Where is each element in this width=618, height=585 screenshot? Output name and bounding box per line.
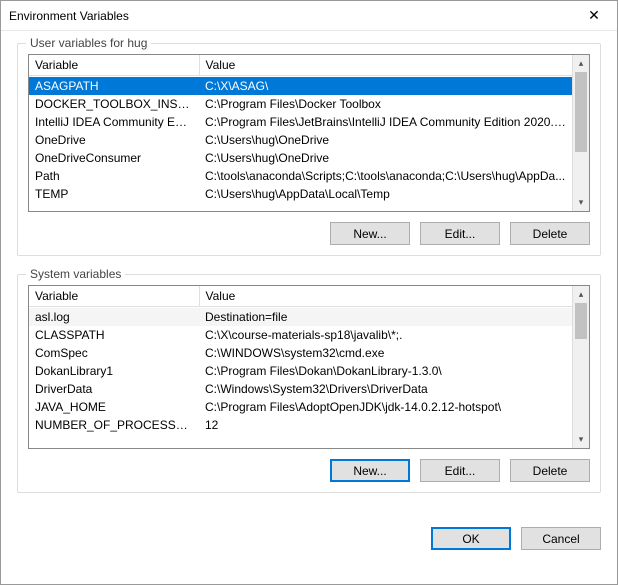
user-edit-button[interactable]: Edit...: [420, 222, 500, 245]
user-variables-fieldset: User variables for hug Variable Value: [17, 43, 601, 256]
cell-val: C:\Program Files\Docker Toolbox: [199, 95, 572, 113]
table-row[interactable]: CLASSPATH C:\X\course-materials-sp18\jav…: [29, 326, 572, 344]
close-button[interactable]: ✕: [571, 1, 617, 31]
cell-val: C:\Users\hug\OneDrive: [199, 149, 572, 167]
table-row[interactable]: asl.log Destination=file: [29, 308, 572, 326]
cell-var: DOCKER_TOOLBOX_INSTALL...: [29, 95, 199, 113]
user-button-row: New... Edit... Delete: [28, 222, 590, 245]
cell-val: C:\X\ASAG\: [199, 77, 572, 95]
table-row[interactable]: DokanLibrary1 C:\Program Files\Dokan\Dok…: [29, 362, 572, 380]
cell-val: C:\Program Files\Dokan\DokanLibrary-1.3.…: [199, 362, 572, 380]
window-title: Environment Variables: [9, 9, 129, 23]
user-col-value[interactable]: Value: [199, 55, 572, 76]
cell-var: DokanLibrary1: [29, 362, 199, 380]
cell-var: DriverData: [29, 380, 199, 398]
system-edit-button[interactable]: Edit...: [420, 459, 500, 482]
table-row[interactable]: OneDrive C:\Users\hug\OneDrive: [29, 131, 572, 149]
cell-var: NUMBER_OF_PROCESSORS: [29, 416, 199, 434]
table-row[interactable]: JAVA_HOME C:\Program Files\AdoptOpenJDK\…: [29, 398, 572, 416]
user-col-variable[interactable]: Variable: [29, 55, 199, 76]
cell-val: C:\Users\hug\OneDrive: [199, 131, 572, 149]
sys-col-variable[interactable]: Variable: [29, 286, 199, 307]
cell-var: IntelliJ IDEA Community Edit...: [29, 113, 199, 131]
scroll-down-icon[interactable]: ▾: [573, 431, 589, 448]
table-row[interactable]: DriverData C:\Windows\System32\Drivers\D…: [29, 380, 572, 398]
content-area: User variables for hug Variable Value: [1, 31, 617, 521]
system-variables-label: System variables: [26, 267, 125, 281]
cell-var: OneDriveConsumer: [29, 149, 199, 167]
scrollbar[interactable]: ▴ ▾: [572, 55, 589, 211]
scrollbar[interactable]: ▴ ▾: [572, 286, 589, 448]
scroll-down-icon[interactable]: ▾: [573, 194, 589, 211]
table-row[interactable]: DOCKER_TOOLBOX_INSTALL... C:\Program Fil…: [29, 95, 572, 113]
system-variables-fieldset: System variables Variable Value: [17, 274, 601, 493]
user-delete-button[interactable]: Delete: [510, 222, 590, 245]
cell-var: asl.log: [29, 308, 199, 326]
cell-var: CLASSPATH: [29, 326, 199, 344]
cell-val: 12: [199, 416, 572, 434]
cell-var: Path: [29, 167, 199, 185]
scroll-up-icon[interactable]: ▴: [573, 55, 589, 72]
system-button-row: New... Edit... Delete: [28, 459, 590, 482]
cell-val: C:\X\course-materials-sp18\javalib\*;.: [199, 326, 572, 344]
table-row[interactable]: NUMBER_OF_PROCESSORS 12: [29, 416, 572, 434]
titlebar: Environment Variables ✕: [1, 1, 617, 31]
cell-var: TEMP: [29, 185, 199, 203]
cell-var: ASAGPATH: [29, 77, 199, 95]
user-variables-table[interactable]: Variable Value ASAGPATH C:\X\ASAG\: [28, 54, 590, 212]
cell-val: C:\Program Files\JetBrains\IntelliJ IDEA…: [199, 113, 572, 131]
cell-val: C:\Windows\System32\Drivers\DriverData: [199, 380, 572, 398]
sys-col-value[interactable]: Value: [199, 286, 572, 307]
scroll-up-icon[interactable]: ▴: [573, 286, 589, 303]
cancel-button[interactable]: Cancel: [521, 527, 601, 550]
user-variables-label: User variables for hug: [26, 36, 151, 50]
dialog-footer: OK Cancel: [1, 521, 617, 560]
cell-var: JAVA_HOME: [29, 398, 199, 416]
table-row[interactable]: IntelliJ IDEA Community Edit... C:\Progr…: [29, 113, 572, 131]
cell-var: OneDrive: [29, 131, 199, 149]
system-delete-button[interactable]: Delete: [510, 459, 590, 482]
table-row[interactable]: ComSpec C:\WINDOWS\system32\cmd.exe: [29, 344, 572, 362]
system-new-button[interactable]: New...: [330, 459, 410, 482]
cell-val: C:\Users\hug\AppData\Local\Temp: [199, 185, 572, 203]
scroll-thumb[interactable]: [575, 303, 587, 339]
table-row[interactable]: Path C:\tools\anaconda\Scripts;C:\tools\…: [29, 167, 572, 185]
cell-val: C:\Program Files\AdoptOpenJDK\jdk-14.0.2…: [199, 398, 572, 416]
cell-val: C:\WINDOWS\system32\cmd.exe: [199, 344, 572, 362]
cell-var: ComSpec: [29, 344, 199, 362]
cell-val: Destination=file: [199, 308, 572, 326]
table-row[interactable]: TEMP C:\Users\hug\AppData\Local\Temp: [29, 185, 572, 203]
ok-button[interactable]: OK: [431, 527, 511, 550]
system-variables-table[interactable]: Variable Value asl.log Destination=file: [28, 285, 590, 449]
scroll-thumb[interactable]: [575, 72, 587, 152]
cell-val: C:\tools\anaconda\Scripts;C:\tools\anaco…: [199, 167, 572, 185]
table-row[interactable]: ASAGPATH C:\X\ASAG\: [29, 77, 572, 95]
user-new-button[interactable]: New...: [330, 222, 410, 245]
table-row[interactable]: OneDriveConsumer C:\Users\hug\OneDrive: [29, 149, 572, 167]
